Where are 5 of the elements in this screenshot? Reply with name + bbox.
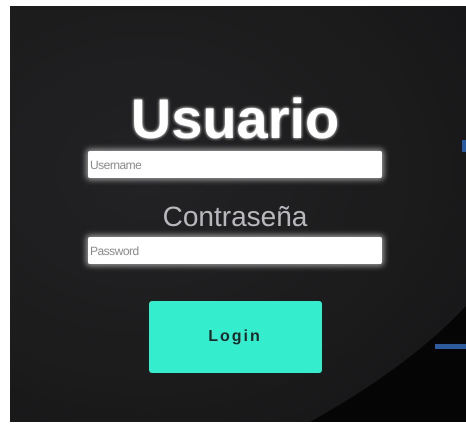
form-title: Usuario <box>130 90 340 148</box>
field-label: Contraseña <box>162 200 308 234</box>
username-field[interactable]: Username <box>88 151 382 178</box>
login-button[interactable]: Login <box>148 301 322 373</box>
password-field[interactable]: Password <box>88 237 382 264</box>
